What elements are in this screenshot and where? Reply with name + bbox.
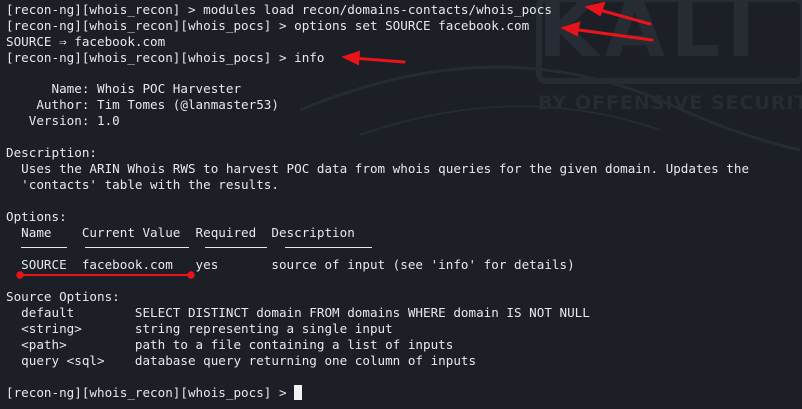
annotation-overlay [16, 1, 654, 279]
red-arrow-modules-load-icon [594, 7, 652, 26]
red-arrow-info-icon [350, 56, 406, 64]
red-arrowhead-options-set-icon [560, 21, 581, 37]
red-arrowhead-info-icon [341, 50, 361, 66]
terminal-window[interactable]: KALI BY OFFENSIVE SECURITY [recon-ng][wh… [0, 0, 802, 409]
red-arrowhead-modules-load-icon [584, 1, 606, 17]
red-arrow-options-set-icon [570, 27, 654, 42]
red-underline-start-dot [16, 271, 24, 279]
red-underline-end-dot [187, 271, 195, 279]
